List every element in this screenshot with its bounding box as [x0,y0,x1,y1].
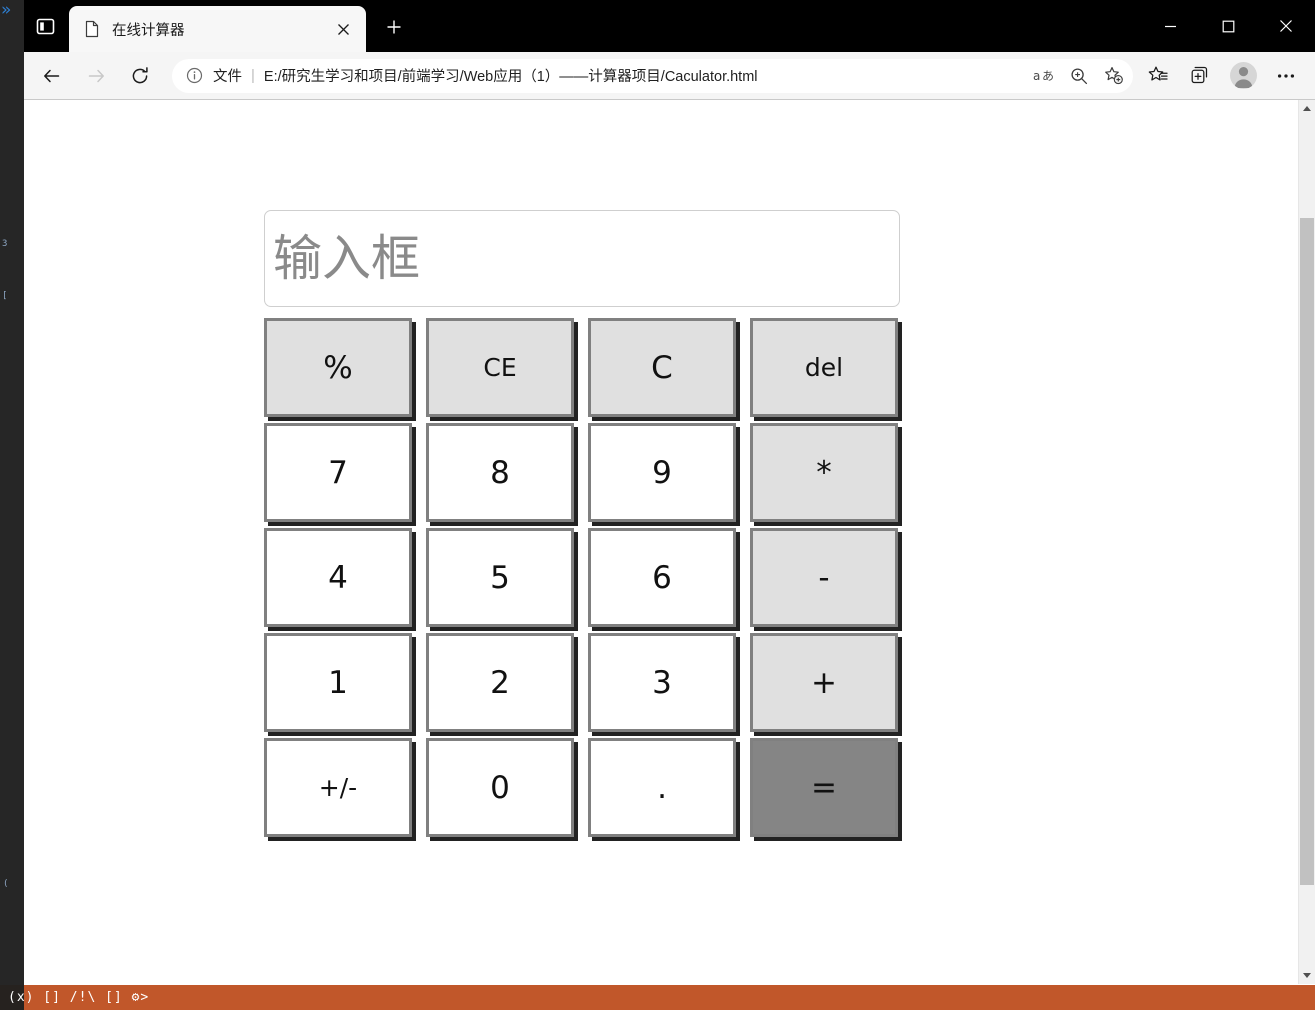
new-tab-button[interactable] [374,10,414,44]
key-3[interactable]: 3 [588,633,736,732]
key-9[interactable]: 9 [588,423,736,522]
key-5[interactable]: 5 [426,528,574,627]
key-percent[interactable]: % [264,318,412,417]
page-scrollbar[interactable] [1298,100,1315,984]
profile-avatar-icon[interactable] [1223,59,1263,93]
key-multiply[interactable]: * [750,423,898,522]
key-clear[interactable]: C [588,318,736,417]
calculator-app: 输入框 % CE Cdel 7 8 9 * 4 5 6- 1 2 3 + +/- 0. = [264,210,900,837]
zoom-icon[interactable] [1063,62,1095,90]
key-delete[interactable]: del [750,318,898,417]
background-chevron-icon: » [1,0,12,20]
key-subtract[interactable]: - [750,528,898,627]
key-decimal[interactable]: . [588,738,736,837]
svg-text:a: a [1033,69,1040,83]
forward-button[interactable] [77,59,115,93]
add-favorite-icon[interactable] [1097,62,1129,90]
translate-icon[interactable]: a あ [1029,62,1061,90]
svg-text:あ: あ [1042,69,1054,83]
favorites-icon[interactable] [1139,59,1177,93]
tab-strip: 在线计算器 [24,0,1315,52]
key-equals[interactable]: = [750,738,898,837]
window-controls [1141,0,1315,52]
page-icon [83,20,101,38]
settings-and-more-icon[interactable] [1267,59,1305,93]
background-window-sliver[interactable] [0,0,24,985]
maximize-button[interactable] [1199,0,1257,52]
calculator-display[interactable]: 输入框 [264,210,900,307]
tab-actions-icon[interactable] [27,9,63,43]
key-0[interactable]: 0 [426,738,574,837]
close-icon[interactable] [330,16,356,42]
close-button[interactable] [1257,0,1315,52]
url-text[interactable]: E:/研究生学习和项目/前端学习/Web应用（1）——计算器项目/Caculat… [264,65,1027,86]
page-viewport: 输入框 % CE Cdel 7 8 9 * 4 5 6- 1 2 3 + +/- 0. = [24,100,1315,984]
browser-toolbar: 文件 | E:/研究生学习和项目/前端学习/Web应用（1）——计算器项目/Ca… [24,52,1315,100]
taskbar-icons[interactable]: (x) [] /!\ [] ⚙> [8,990,149,1005]
key-7[interactable]: 7 [264,423,412,522]
url-separator: | [251,67,255,84]
avatar [1229,62,1257,89]
key-clear-entry[interactable]: CE [426,318,574,417]
key-2[interactable]: 2 [426,633,574,732]
key-1[interactable]: 1 [264,633,412,732]
key-8[interactable]: 8 [426,423,574,522]
key-add[interactable]: + [750,633,898,732]
back-button[interactable] [33,59,71,93]
calculator-keypad: % CE Cdel 7 8 9 * 4 5 6- 1 2 3 + +/- 0. = [264,318,900,837]
key-sign-toggle[interactable]: +/- [264,738,412,837]
background-text-artifact: [ [2,291,8,301]
scroll-up-arrow-icon[interactable] [1299,100,1315,117]
minimize-button[interactable] [1141,0,1199,52]
url-scheme-label: 文件 [213,69,242,85]
tab-title: 在线计算器 [112,22,185,39]
scrollbar-thumb[interactable] [1300,218,1314,885]
background-text-artifact: 3 [2,239,8,249]
browser-window: 在线计算器 文件 | E:/研究生学习和项目/前端学习/Web应用（1）——计算… [24,0,1315,985]
collections-icon[interactable] [1181,59,1219,93]
background-text-artifact: ( [3,879,9,889]
browser-tab[interactable]: 在线计算器 [69,6,366,52]
display-placeholder: 输入框 [273,230,421,287]
info-circle-icon[interactable] [186,67,204,84]
key-6[interactable]: 6 [588,528,736,627]
address-bar[interactable]: 文件 | E:/研究生学习和项目/前端学习/Web应用（1）——计算器项目/Ca… [172,58,1133,93]
key-4[interactable]: 4 [264,528,412,627]
taskbar[interactable]: (x) [] /!\ [] ⚙> [0,985,1315,1010]
reload-button[interactable] [121,59,159,93]
scroll-down-arrow-icon[interactable] [1299,967,1315,984]
